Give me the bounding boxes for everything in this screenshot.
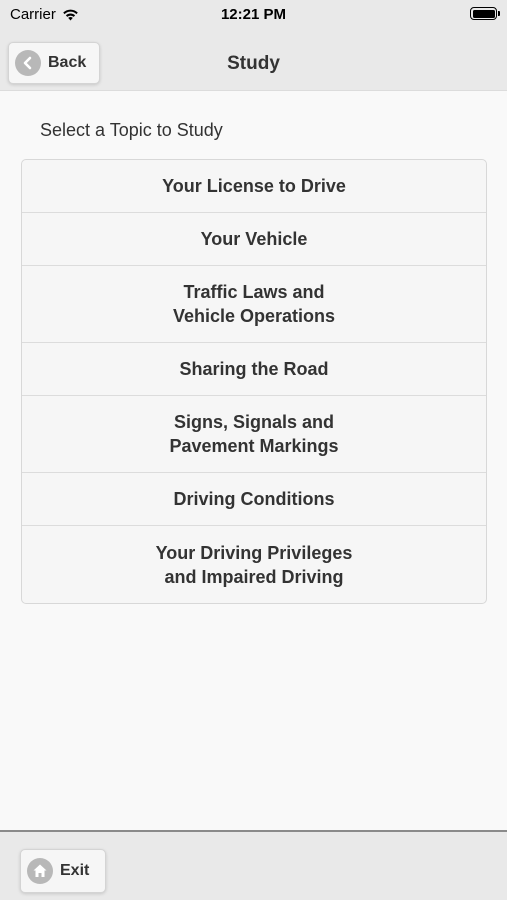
topic-signs-signals[interactable]: Signs, Signals and Pavement Markings: [22, 396, 486, 473]
topic-driving-privileges[interactable]: Your Driving Privileges and Impaired Dri…: [22, 526, 486, 603]
battery-icon: [470, 7, 500, 20]
topic-prompt: Select a Topic to Study: [40, 120, 223, 140]
topic-driving-conditions[interactable]: Driving Conditions: [22, 473, 486, 526]
page-title: Study: [227, 53, 280, 74]
clock: 12:21 PM: [220, 6, 287, 23]
topic-traffic-laws[interactable]: Traffic Laws and Vehicle Operations: [22, 266, 486, 343]
topic-sharing-road[interactable]: Sharing the Road: [22, 343, 486, 396]
topic-list: Your License to Drive Your Vehicle Traff…: [21, 159, 487, 604]
exit-label: Exit: [60, 862, 90, 879]
topic-vehicle[interactable]: Your Vehicle: [22, 213, 486, 266]
footer-bar: Exit: [0, 830, 507, 900]
home-icon: [27, 858, 53, 884]
main-content: Select a Topic to Study Your License to …: [0, 91, 507, 830]
nav-header: Back Study: [0, 30, 507, 91]
topic-license[interactable]: Your License to Drive: [22, 160, 486, 213]
status-bar: Carrier 12:21 PM: [0, 0, 507, 30]
exit-button[interactable]: Exit: [20, 849, 106, 893]
